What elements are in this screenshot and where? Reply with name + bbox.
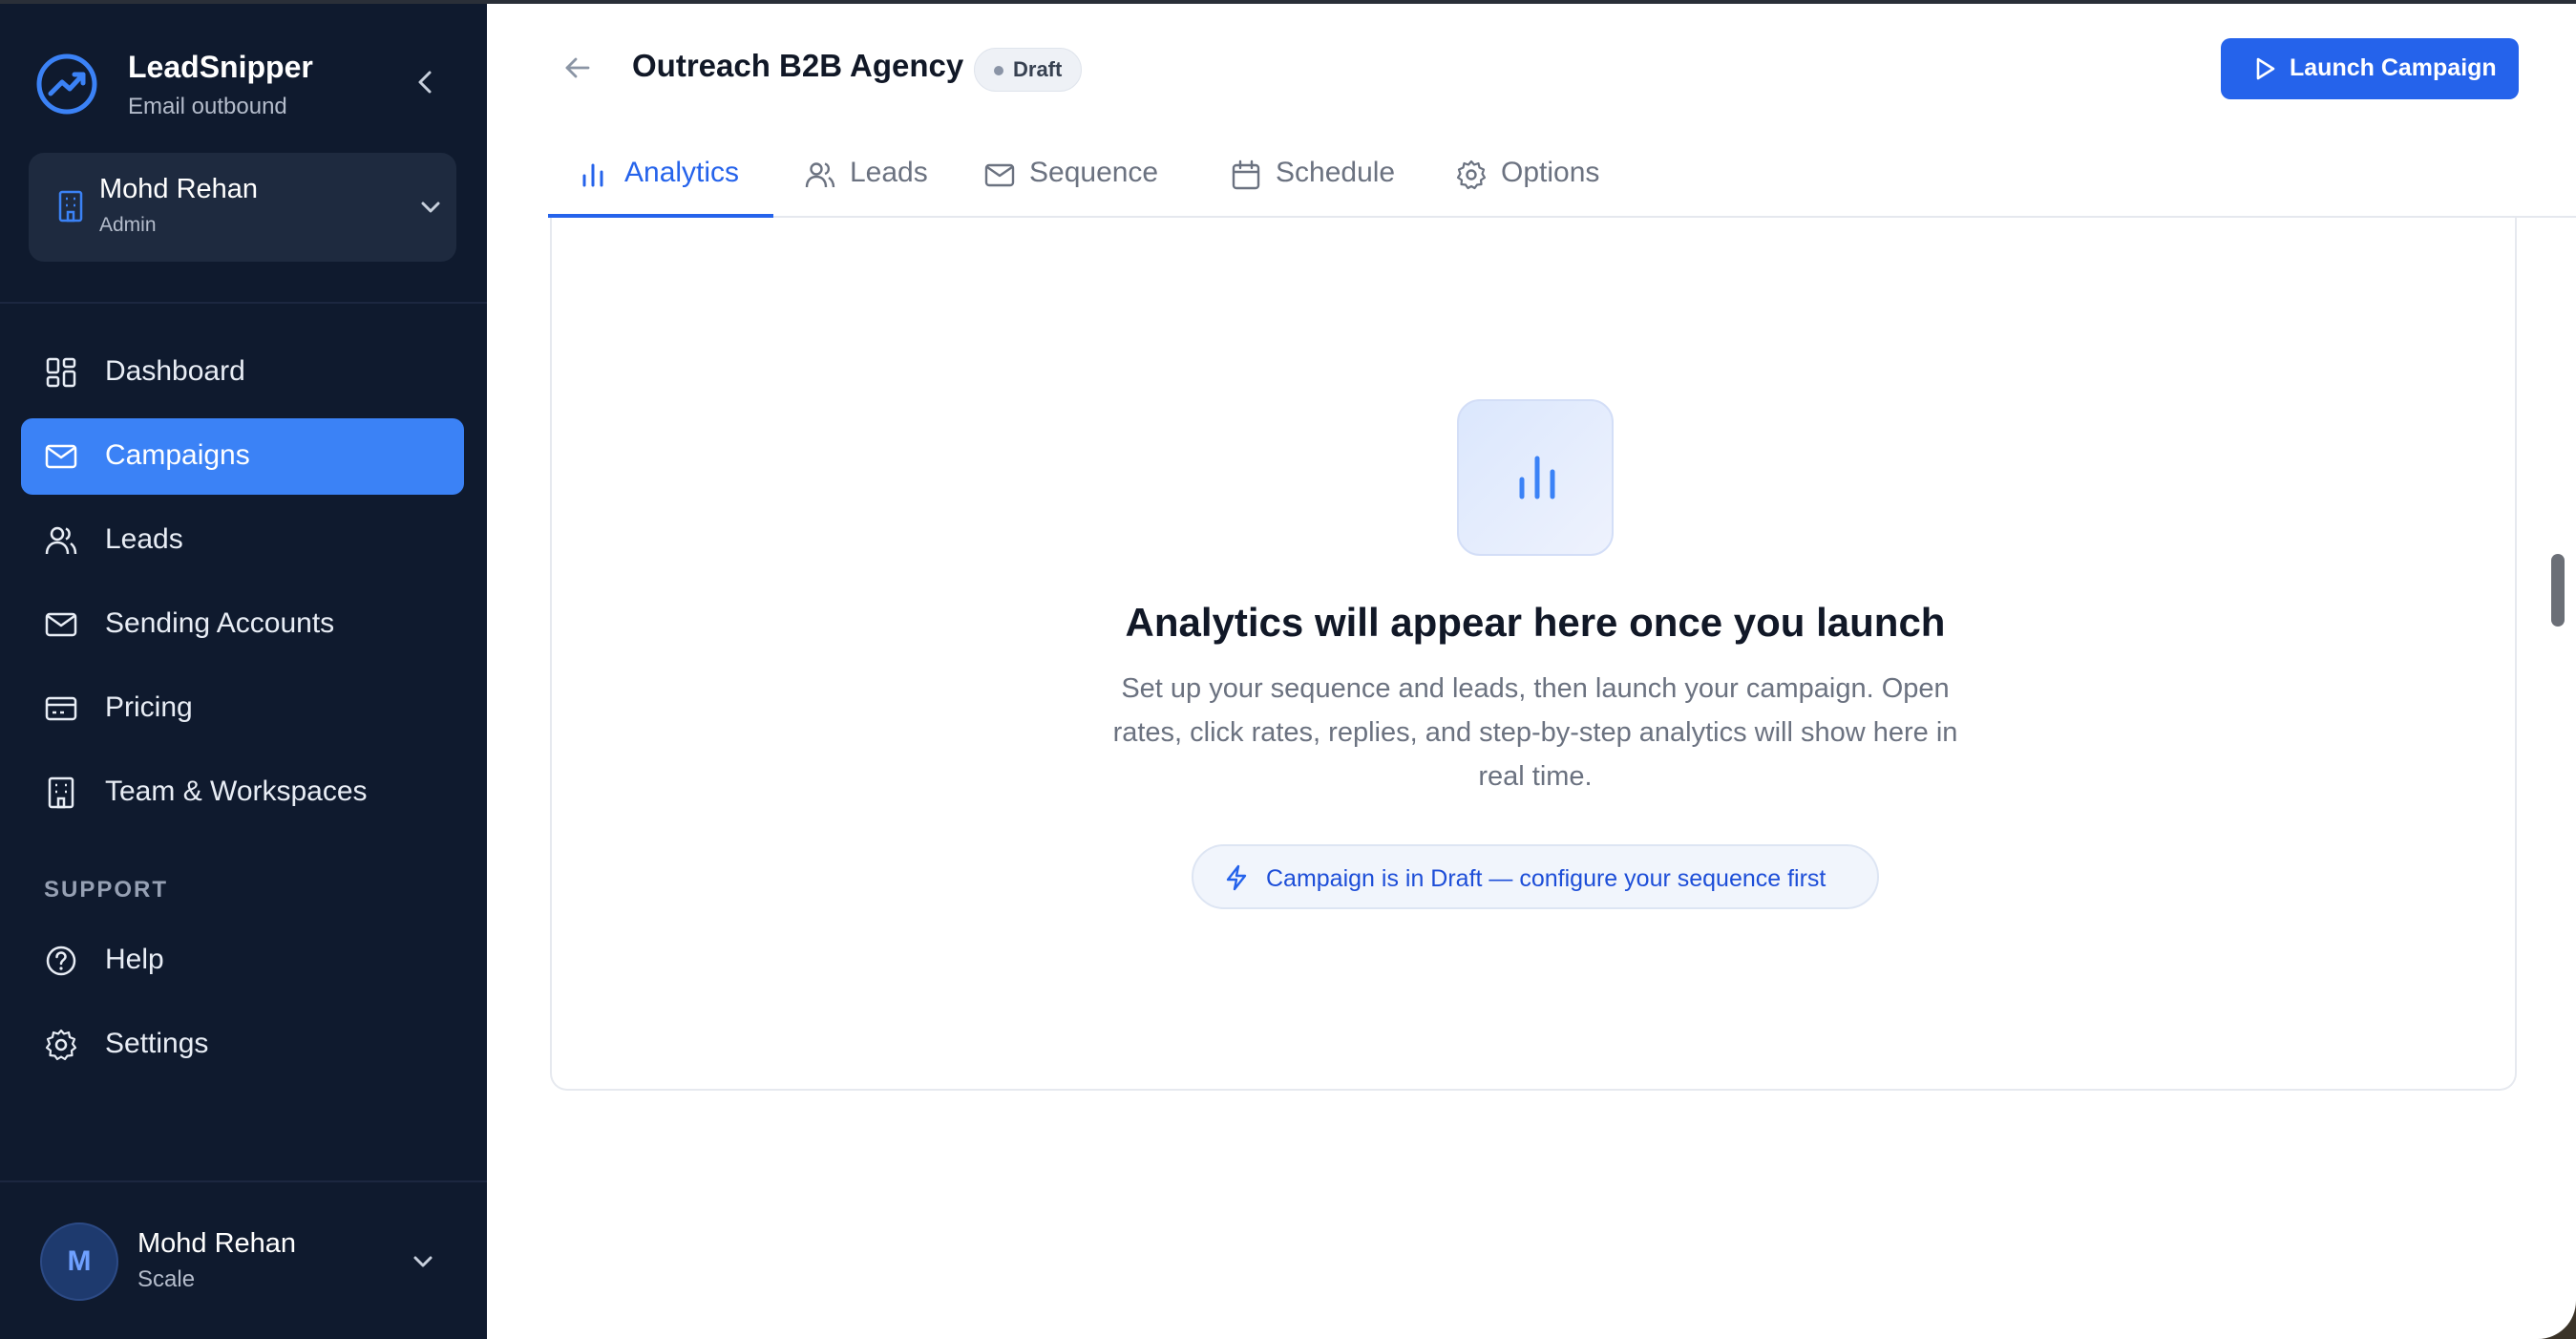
sidebar-item-label: Pricing [105, 691, 193, 723]
mail-icon [45, 612, 77, 637]
empty-state-description: Set up your sequence and leads, then lau… [1112, 673, 1958, 792]
draft-notice-text: Campaign is in Draft — configure your se… [1266, 865, 1826, 892]
support-heading: SUPPORT [44, 877, 169, 903]
sidebar-item-label: Settings [105, 1028, 209, 1059]
sidebar-item-label: Help [105, 944, 164, 975]
sidebar-divider [0, 1180, 487, 1182]
status-label: Draft [1013, 57, 1063, 81]
tab-schedule[interactable]: Schedule [1190, 138, 1415, 218]
avatar[interactable]: M [40, 1222, 118, 1301]
sidebar-item-leads[interactable]: Leads [21, 502, 464, 579]
bar-chart-icon [1519, 456, 1555, 499]
users-icon [45, 526, 77, 555]
sidebar-item-team-workspaces[interactable]: Team & Workspaces [21, 755, 464, 831]
launch-campaign-label: Launch Campaign [2290, 54, 2497, 81]
play-icon [2256, 57, 2275, 80]
gear-icon [45, 1029, 77, 1061]
mail-icon [984, 163, 1015, 187]
tab-label: Options [1501, 157, 1600, 188]
sidebar-item-campaigns[interactable]: Campaigns [21, 418, 464, 495]
app-window: LeadSnipper Email outbound Mohd Rehan Ad… [0, 0, 2576, 1339]
workspace-switcher[interactable]: Mohd Rehan Admin [29, 153, 456, 262]
chevron-down-icon [421, 202, 440, 213]
tab-label: Schedule [1276, 157, 1396, 188]
help-circle-icon [46, 946, 76, 976]
dashboard-icon [46, 357, 76, 388]
tab-label: Leads [850, 157, 928, 188]
sidebar-item-settings[interactable]: Settings [21, 1007, 464, 1083]
sidebar-item-dashboard[interactable]: Dashboard [21, 334, 464, 411]
building-icon [58, 190, 83, 223]
analytics-empty-state: Analytics will appear here once you laun… [550, 218, 2517, 1091]
bar-chart-icon [582, 163, 603, 187]
sidebar: LeadSnipper Email outbound Mohd Rehan Ad… [0, 4, 487, 1339]
credit-card-icon [45, 696, 77, 721]
sidebar-item-help[interactable]: Help [21, 923, 464, 999]
workspace-name: Mohd Rehan [99, 174, 259, 204]
brand-name: LeadSnipper [128, 50, 313, 84]
user-plan: Scale [137, 1266, 196, 1292]
brand: LeadSnipper Email outbound [34, 46, 454, 132]
chevron-down-icon[interactable] [409, 1247, 437, 1276]
users-icon [805, 162, 835, 188]
sidebar-item-label: Leads [105, 523, 183, 555]
sidebar-item-sending-accounts[interactable]: Sending Accounts [21, 586, 464, 663]
gear-icon [1456, 159, 1487, 190]
calendar-icon [1232, 159, 1260, 190]
tab-label: Sequence [1029, 157, 1159, 188]
tab-leads[interactable]: Leads [773, 138, 953, 218]
tab-options[interactable]: Options [1415, 138, 1644, 218]
launch-campaign-button[interactable]: Launch Campaign [2221, 38, 2519, 99]
analytics-icon-box [1457, 399, 1614, 556]
tab-label: Analytics [624, 157, 740, 188]
lightning-icon [1226, 864, 1247, 891]
mail-icon [45, 444, 77, 469]
empty-state-title: Analytics will appear here once you laun… [1125, 600, 1946, 645]
scrollbar-thumb[interactable] [2551, 554, 2565, 627]
trending-up-logo-icon [36, 53, 97, 115]
status-badge: Draft [974, 48, 1083, 92]
tab-sequence[interactable]: Sequence [953, 138, 1190, 218]
page-title: Outreach B2B Agency [632, 48, 964, 83]
brand-subtitle: Email outbound [128, 94, 287, 119]
sidebar-item-label: Sending Accounts [105, 607, 335, 639]
sidebar-divider [0, 302, 487, 304]
draft-notice: Campaign is in Draft — configure your se… [1192, 844, 1879, 909]
sidebar-item-label: Dashboard [105, 355, 245, 387]
building-icon [48, 776, 74, 809]
sidebar-item-label: Team & Workspaces [105, 776, 368, 807]
collapse-sidebar-icon[interactable] [411, 67, 441, 97]
workspace-role: Admin [99, 214, 157, 236]
user-name: Mohd Rehan [137, 1228, 297, 1259]
arrow-left-icon[interactable] [561, 52, 594, 84]
tab-analytics[interactable]: Analytics [548, 138, 773, 218]
sidebar-item-label: Campaigns [105, 439, 250, 471]
campaign-tabs: Analytics Leads Sequence Schedule Option… [548, 138, 2576, 218]
status-dot [994, 66, 1003, 75]
sidebar-item-pricing[interactable]: Pricing [21, 670, 464, 747]
